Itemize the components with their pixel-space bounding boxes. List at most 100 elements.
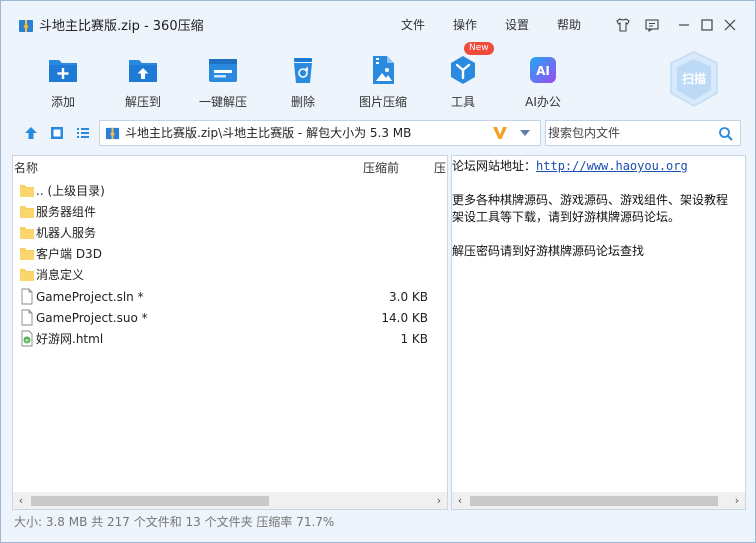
search-box[interactable] — [545, 120, 741, 146]
comment-line: 解压密码请到好游棋牌源码论坛查找 — [452, 244, 645, 258]
image-compress-icon — [373, 56, 394, 84]
column-extra[interactable]: 压 — [434, 160, 446, 176]
comment-forum-label: 论坛网站地址： — [452, 159, 537, 173]
file-name: 好游网.html — [36, 332, 104, 346]
app-window: 斗地主比赛版.zip - 360压缩 文件 操作 设置 帮助 添加 解压到 一键… — [0, 0, 756, 543]
folder-icon — [20, 185, 34, 197]
menu-settings[interactable]: 设置 — [505, 17, 529, 34]
trash-icon — [294, 58, 312, 83]
comment-pane: 论坛网站地址：http://www.haoyou.org 更多各种棋牌源码、游戏… — [451, 155, 746, 510]
chevron-down-icon[interactable] — [520, 130, 530, 136]
scroll-thumb[interactable] — [470, 496, 718, 506]
close-button[interactable] — [720, 15, 740, 35]
forum-link[interactable]: http://www.haoyou.org — [536, 159, 688, 173]
table-row[interactable]: GameProject.suo * 14.0 KB — [13, 307, 447, 328]
delete-button[interactable]: 删除 — [263, 49, 343, 109]
extract-to-label: 解压到 — [124, 95, 161, 109]
column-packed[interactable]: 压缩前 — [363, 160, 399, 176]
address-path: 斗地主比赛版.zip\斗地主比赛版 - 解包大小为 5.3 MB — [125, 126, 412, 140]
scroll-left-icon[interactable]: ‹ — [13, 492, 29, 509]
zip-archive-icon — [19, 20, 33, 32]
address-row: 斗地主比赛版.zip\斗地主比赛版 - 解包大小为 5.3 MB — [1, 117, 755, 149]
list-view-icon[interactable] — [75, 125, 91, 141]
shirt-icon — [616, 18, 630, 32]
table-row[interactable]: 机器人服务 — [13, 222, 447, 243]
scan-label: 扫描 — [681, 72, 706, 86]
skin-button[interactable] — [613, 15, 633, 35]
svg-text:AI: AI — [536, 64, 550, 78]
title-bar: 斗地主比赛版.zip - 360压缩 文件 操作 设置 帮助 — [1, 1, 755, 45]
folder-icon — [20, 269, 34, 281]
file-list-pane: 名称 压缩前 压 .. (上级目录) 服务器组件 机器人服务 客户端 D3D 消… — [12, 155, 448, 510]
ai-office-button[interactable]: AI AI办公 — [503, 49, 583, 109]
window-title: 斗地主比赛版.zip - 360压缩 — [39, 19, 204, 34]
file-name: GameProject.sln * — [36, 290, 144, 304]
scroll-right-icon[interactable]: › — [729, 492, 745, 509]
ai-office-icon: AI — [530, 57, 556, 83]
extract-to-button[interactable]: 解压到 — [103, 49, 183, 109]
maximize-icon — [701, 19, 713, 31]
one-click-extract-button[interactable]: 一键解压 — [183, 49, 263, 109]
menu-help[interactable]: 帮助 — [557, 17, 581, 34]
document-icon — [21, 288, 33, 305]
table-row[interactable]: .. (上级目录) — [13, 180, 447, 201]
svg-text:e: e — [25, 337, 29, 344]
image-compress-label: 图片压缩 — [358, 95, 407, 109]
one-click-extract-icon — [209, 59, 237, 82]
search-icon[interactable] — [718, 126, 734, 142]
minimize-icon — [679, 24, 689, 26]
message-icon — [645, 19, 659, 33]
maximize-button[interactable] — [697, 15, 717, 35]
minimize-button[interactable] — [674, 15, 694, 35]
table-row[interactable]: 客户端 D3D — [13, 243, 447, 264]
file-name: 机器人服务 — [36, 226, 97, 240]
delete-label: 删除 — [290, 95, 315, 109]
zip-archive-icon — [105, 127, 120, 140]
add-label: 添加 — [50, 95, 75, 109]
scroll-left-icon[interactable]: ‹ — [452, 492, 468, 509]
folder-icon — [20, 227, 34, 239]
v-logo-icon[interactable] — [492, 125, 508, 141]
archive-comment: 论坛网站地址：http://www.haoyou.org 更多各种棋牌源码、游戏… — [452, 158, 745, 493]
address-bar[interactable]: 斗地主比赛版.zip\斗地主比赛版 - 解包大小为 5.3 MB — [99, 120, 541, 146]
tools-label: 工具 — [450, 95, 475, 109]
comment-line: 架设工具等下载，请到好游棋牌源码论坛。 — [452, 210, 681, 224]
tools-button[interactable]: 工具 — [423, 49, 503, 109]
add-button[interactable]: 添加 — [23, 49, 103, 109]
horizontal-scrollbar[interactable]: ‹ › — [452, 492, 745, 509]
html-file-icon: e — [21, 330, 33, 347]
comment-line: 更多各种棋牌源码、游戏源码、游戏组件、架设教程 — [452, 193, 729, 207]
document-icon — [21, 309, 33, 326]
tools-icon — [451, 56, 475, 84]
search-input[interactable] — [546, 121, 710, 145]
table-row[interactable]: e 好游网.html 1 KB — [13, 328, 447, 349]
close-icon — [724, 19, 736, 31]
file-size: 14.0 KB — [381, 311, 428, 325]
one-click-extract-label: 一键解压 — [198, 95, 247, 109]
new-badge: New — [464, 42, 494, 55]
folder-icon — [20, 206, 34, 218]
table-row[interactable]: GameProject.sln * 3.0 KB — [13, 286, 447, 307]
file-name: 消息定义 — [36, 268, 85, 282]
up-arrow-icon[interactable] — [23, 125, 39, 141]
file-name: 服务器组件 — [36, 205, 97, 219]
extract-to-icon — [129, 60, 157, 82]
ai-office-label: AI办公 — [525, 95, 561, 109]
horizontal-scrollbar[interactable]: ‹ › — [13, 492, 447, 509]
feedback-button[interactable] — [642, 15, 662, 35]
menu-operation[interactable]: 操作 — [453, 17, 477, 34]
toolbar: 添加 解压到 一键解压 删除 图片压缩 工具 AI AI办公 — [1, 45, 755, 115]
file-name: GameProject.suo * — [36, 311, 148, 325]
table-row[interactable]: 消息定义 — [13, 264, 447, 285]
file-size: 1 KB — [400, 332, 428, 346]
menu-file[interactable]: 文件 — [401, 17, 425, 34]
add-folder-icon — [49, 60, 77, 82]
image-compress-button[interactable]: 图片压缩 — [343, 49, 423, 109]
scan-button[interactable]: 扫描 — [665, 49, 723, 109]
table-row[interactable]: 服务器组件 — [13, 201, 447, 222]
scroll-thumb[interactable] — [31, 496, 269, 506]
column-name[interactable]: 名称 — [14, 160, 38, 176]
thumbnail-view-icon[interactable] — [49, 125, 65, 141]
file-name: .. (上级目录) — [36, 184, 105, 198]
scroll-right-icon[interactable]: › — [431, 492, 447, 509]
